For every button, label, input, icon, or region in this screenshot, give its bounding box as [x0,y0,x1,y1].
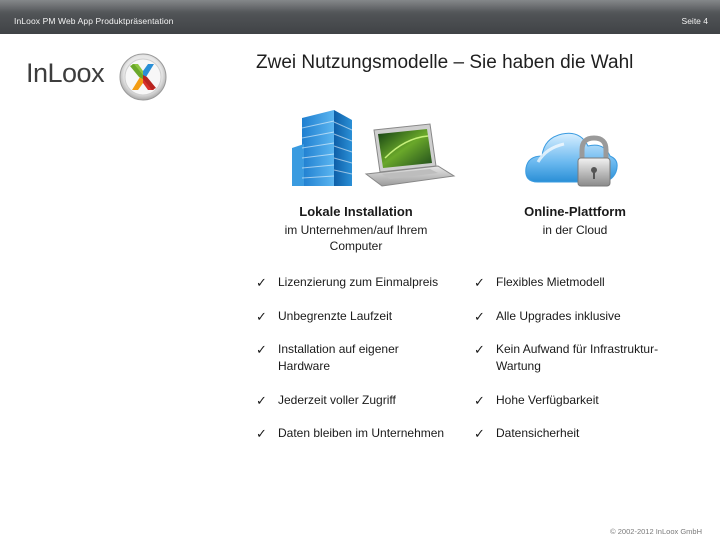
right-column-heading: Online-Plattform [524,204,626,219]
laptop-icon [364,123,456,187]
header-sheen [0,0,720,12]
logo-text: InLoox [26,58,105,88]
check-icon: ✓ [474,393,485,408]
check-icon: ✓ [256,342,267,357]
header-bar: InLoox PM Web App Produktpräsentation Se… [0,0,720,34]
inloox-logo: InLoox [26,50,176,106]
logo-x-icon [119,53,167,101]
building-laptop-illustration [292,110,456,187]
copyright-footer: © 2002-2012 InLoox GmbH [610,527,702,536]
check-icon: ✓ [256,309,267,324]
check-icon: ✓ [474,342,485,357]
left-column-heading: Lokale Installation [299,204,413,219]
check-icon: ✓ [474,426,485,441]
check-icon: ✓ [474,309,485,324]
presentation-title: InLoox PM Web App Produktpräsentation [14,16,174,26]
cloud-lock-illustration [525,132,618,187]
page-number: Seite 4 [681,16,708,26]
slide-title: Zwei Nutzungsmodelle – Sie haben die Wah… [256,52,634,73]
check-icon: ✓ [474,275,485,290]
building-icon [292,110,353,186]
check-icon: ✓ [256,393,267,408]
check-icon: ✓ [256,275,267,290]
left-column-subheading: im Unternehmen/auf Ihrem Computer [284,223,428,253]
right-column-subheading: in der Cloud [542,223,608,237]
check-icon: ✓ [256,426,267,441]
